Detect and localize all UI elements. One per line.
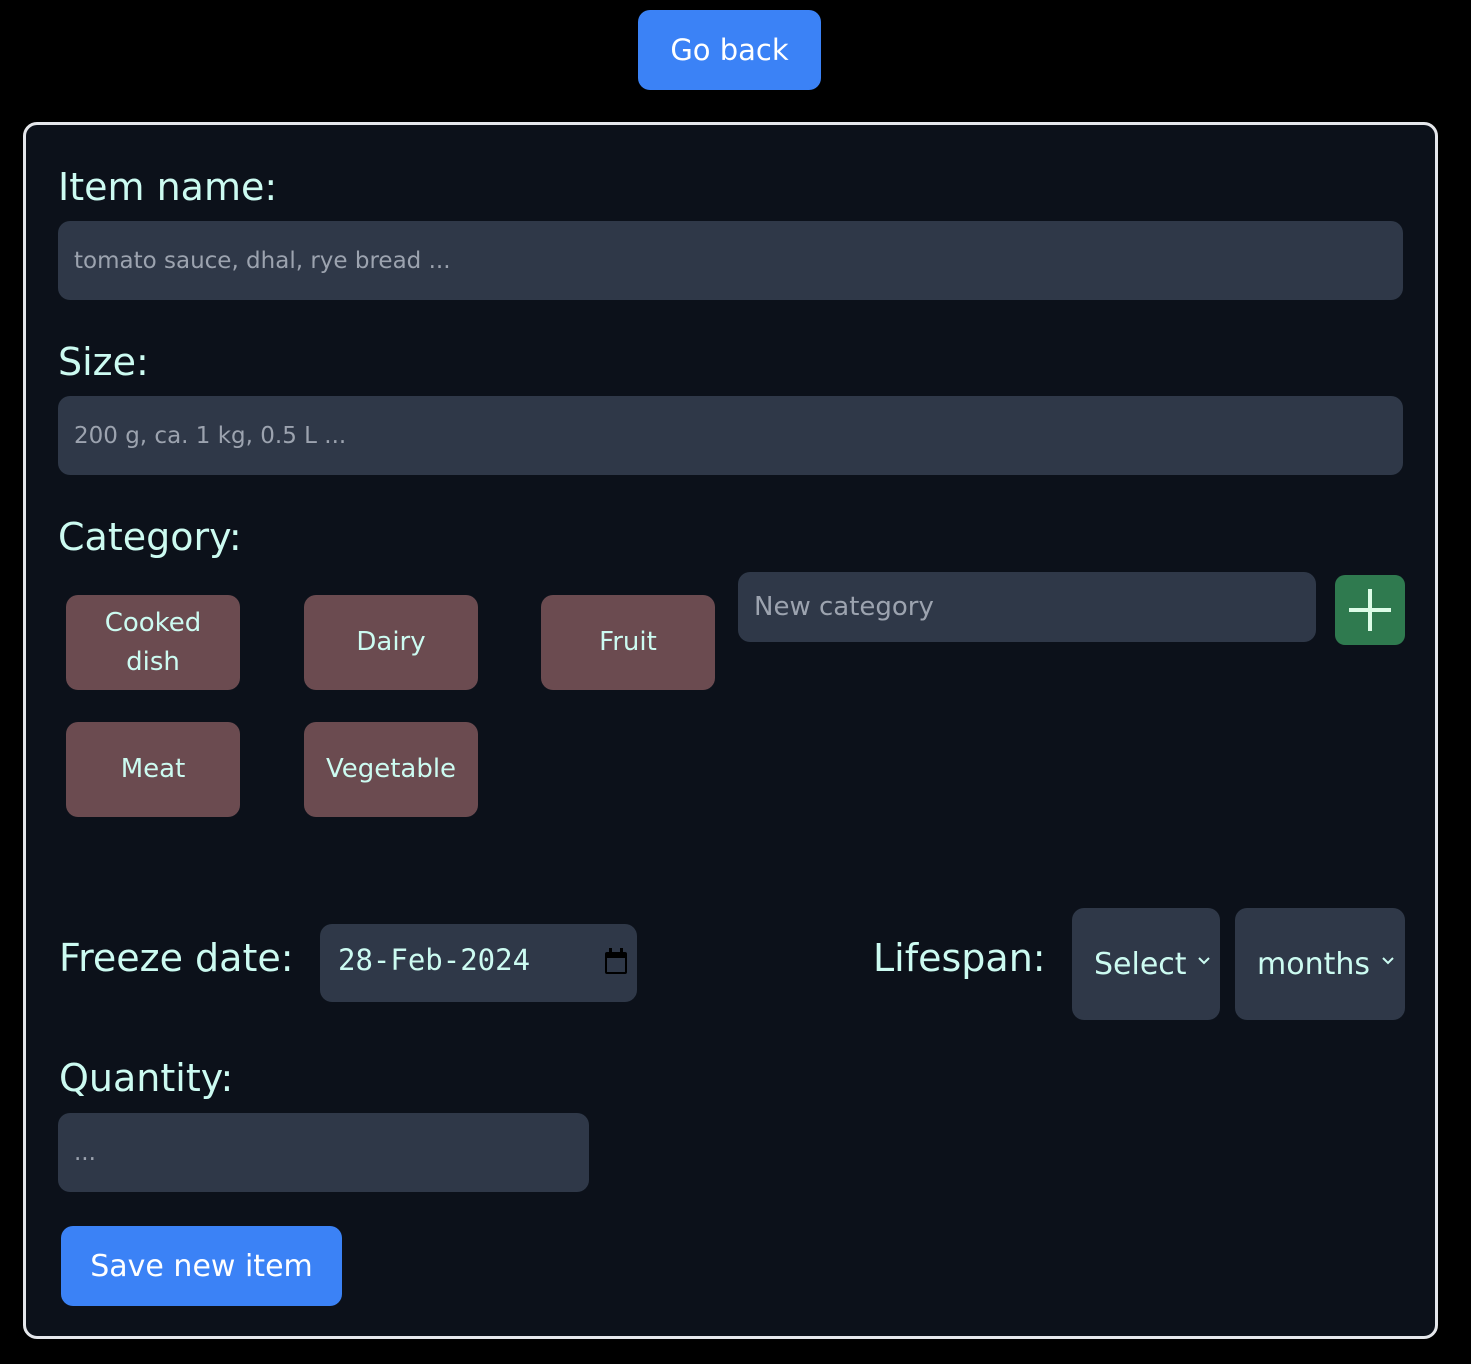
category-label: Category: xyxy=(58,515,242,559)
category-chip-meat[interactable]: Meat xyxy=(66,722,240,817)
new-category-input[interactable]: New category xyxy=(738,572,1316,642)
lifespan-amount-value: Select xyxy=(1094,946,1187,982)
size-label: Size: xyxy=(58,340,149,384)
freeze-date-label: Freeze date: xyxy=(59,936,294,980)
new-item-form: Item name: tomato sauce, dhal, rye bread… xyxy=(23,122,1438,1339)
chevron-down-icon xyxy=(1198,957,1210,965)
add-category-button[interactable] xyxy=(1335,575,1405,645)
calendar-icon[interactable] xyxy=(604,948,628,975)
category-chip-label: Vegetable xyxy=(325,754,457,784)
category-chip-cooked-dish[interactable]: Cooked dish xyxy=(66,595,240,690)
quantity-placeholder: ... xyxy=(74,1139,96,1166)
go-back-button[interactable]: Go back xyxy=(638,10,821,90)
lifespan-unit-select[interactable]: months xyxy=(1235,908,1405,1020)
freeze-date-value: 28-Feb-2024 xyxy=(338,943,531,977)
category-chip-dairy[interactable]: Dairy xyxy=(304,595,478,690)
size-input[interactable]: 200 g, ca. 1 kg, 0.5 L ... xyxy=(58,396,1403,475)
item-name-placeholder: tomato sauce, dhal, rye bread ... xyxy=(74,247,451,274)
freeze-date-input[interactable]: 28-Feb-2024 xyxy=(320,924,637,1002)
item-name-label: Item name: xyxy=(58,165,278,209)
category-chip-fruit[interactable]: Fruit xyxy=(541,595,715,690)
size-placeholder: 200 g, ca. 1 kg, 0.5 L ... xyxy=(74,422,347,449)
lifespan-amount-select[interactable]: Select xyxy=(1072,908,1220,1020)
quantity-input[interactable]: ... xyxy=(58,1113,589,1192)
quantity-label: Quantity: xyxy=(59,1056,234,1100)
lifespan-unit-value: months xyxy=(1257,946,1370,982)
category-chip-label: Fruit xyxy=(599,627,657,657)
category-chip-label: Cooked dish xyxy=(104,607,202,677)
new-category-placeholder: New category xyxy=(754,592,934,622)
category-chip-label: Meat xyxy=(120,754,186,784)
page: Go back Item name: tomato sauce, dhal, r… xyxy=(0,0,1471,1364)
chevron-down-icon xyxy=(1382,957,1394,965)
item-name-input[interactable]: tomato sauce, dhal, rye bread ... xyxy=(58,221,1403,300)
category-chip-vegetable[interactable]: Vegetable xyxy=(304,722,478,817)
save-new-item-button[interactable]: Save new item xyxy=(61,1226,342,1306)
category-chip-label: Dairy xyxy=(356,627,426,657)
lifespan-label: Lifespan: xyxy=(873,936,1046,980)
